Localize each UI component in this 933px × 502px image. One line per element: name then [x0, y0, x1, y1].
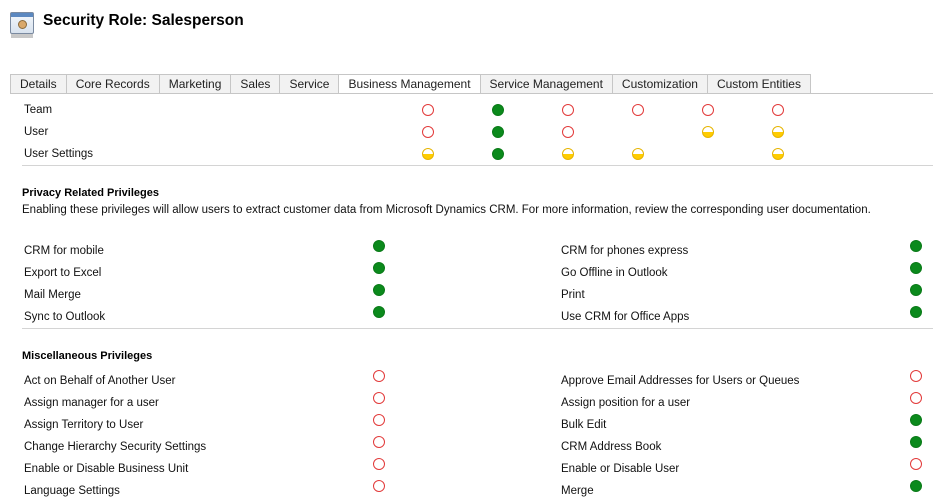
- privilege-label: Export to Excel: [24, 267, 102, 279]
- none-privilege-icon[interactable]: [702, 104, 714, 116]
- none-privilege-icon[interactable]: [373, 436, 385, 448]
- privilege-label: Merge: [561, 485, 594, 497]
- organization-privilege-icon[interactable]: [492, 104, 504, 116]
- section-divider: [22, 328, 933, 329]
- privilege-label: Assign position for a user: [561, 397, 691, 409]
- privilege-label: Use CRM for Office Apps: [561, 311, 690, 323]
- privilege-label: Enable or Disable User: [561, 463, 680, 475]
- none-privilege-icon[interactable]: [373, 414, 385, 426]
- privilege-label: Team: [24, 104, 53, 116]
- user-privilege-icon[interactable]: [562, 148, 574, 160]
- user-privilege-icon[interactable]: [632, 148, 644, 160]
- tab-marketing[interactable]: Marketing: [158, 74, 232, 94]
- none-privilege-icon[interactable]: [910, 392, 922, 404]
- none-privilege-icon[interactable]: [373, 370, 385, 382]
- none-privilege-icon[interactable]: [373, 392, 385, 404]
- organization-privilege-icon[interactable]: [492, 126, 504, 138]
- organization-privilege-icon[interactable]: [492, 148, 504, 160]
- privilege-label: CRM for phones express: [561, 245, 689, 257]
- privacy-section-title: Privacy Related Privileges: [22, 187, 159, 199]
- tab-business-management[interactable]: Business Management: [338, 74, 481, 94]
- tab-sales[interactable]: Sales: [230, 74, 281, 94]
- privilege-label: Approve Email Addresses for Users or Que…: [561, 375, 800, 387]
- privilege-label: User Settings: [24, 148, 94, 160]
- privilege-label: Change Hierarchy Security Settings: [24, 441, 207, 453]
- none-privilege-icon[interactable]: [772, 104, 784, 116]
- user-privilege-icon[interactable]: [422, 148, 434, 160]
- tab-divider: [10, 93, 933, 94]
- privilege-label: Sync to Outlook: [24, 311, 106, 323]
- privilege-label: Enable or Disable Business Unit: [24, 463, 189, 475]
- privilege-label: CRM Address Book: [561, 441, 662, 453]
- none-privilege-icon[interactable]: [910, 370, 922, 382]
- privilege-label: User: [24, 126, 49, 138]
- privilege-label: Go Offline in Outlook: [561, 267, 668, 279]
- tab-customization[interactable]: Customization: [611, 74, 708, 94]
- organization-privilege-icon[interactable]: [910, 480, 922, 492]
- organization-privilege-icon[interactable]: [910, 306, 922, 318]
- organization-privilege-icon[interactable]: [910, 262, 922, 274]
- none-privilege-icon[interactable]: [373, 480, 385, 492]
- organization-privilege-icon[interactable]: [373, 240, 385, 252]
- privilege-label: Assign manager for a user: [24, 397, 159, 409]
- none-privilege-icon[interactable]: [910, 458, 922, 470]
- tab-service[interactable]: Service: [279, 74, 340, 94]
- tab-core-records[interactable]: Core Records: [65, 74, 160, 94]
- organization-privilege-icon[interactable]: [373, 306, 385, 318]
- tab-service-management[interactable]: Service Management: [479, 74, 613, 94]
- none-privilege-icon[interactable]: [422, 104, 434, 116]
- page-title: Security Role: Salesperson: [43, 12, 244, 29]
- security-role-icon: [8, 10, 35, 40]
- privilege-label: Mail Merge: [24, 289, 81, 301]
- privacy-section-description: Enabling these privileges will allow use…: [22, 204, 871, 216]
- none-privilege-icon[interactable]: [373, 458, 385, 470]
- none-privilege-icon[interactable]: [422, 126, 434, 138]
- organization-privilege-icon[interactable]: [910, 436, 922, 448]
- none-privilege-icon[interactable]: [632, 104, 644, 116]
- user-privilege-icon[interactable]: [702, 126, 714, 138]
- organization-privilege-icon[interactable]: [373, 262, 385, 274]
- tab-strip: Details Core Records Marketing Sales Ser…: [10, 74, 811, 94]
- privilege-label: Assign Territory to User: [24, 419, 144, 431]
- organization-privilege-icon[interactable]: [910, 414, 922, 426]
- misc-section-title: Miscellaneous Privileges: [22, 350, 153, 362]
- privilege-label: Language Settings: [24, 485, 120, 497]
- user-privilege-icon[interactable]: [772, 148, 784, 160]
- privilege-label: CRM for mobile: [24, 245, 104, 257]
- user-privilege-icon[interactable]: [772, 126, 784, 138]
- none-privilege-icon[interactable]: [562, 126, 574, 138]
- organization-privilege-icon[interactable]: [910, 240, 922, 252]
- section-divider: [22, 165, 933, 166]
- privilege-label: Bulk Edit: [561, 419, 607, 431]
- organization-privilege-icon[interactable]: [910, 284, 922, 296]
- tab-details[interactable]: Details: [10, 74, 67, 94]
- organization-privilege-icon[interactable]: [373, 284, 385, 296]
- tab-custom-entities[interactable]: Custom Entities: [706, 74, 811, 94]
- privilege-label: Act on Behalf of Another User: [24, 375, 176, 387]
- privilege-label: Print: [561, 289, 585, 301]
- none-privilege-icon[interactable]: [562, 104, 574, 116]
- page-header: Security Role: Salesperson: [8, 10, 244, 40]
